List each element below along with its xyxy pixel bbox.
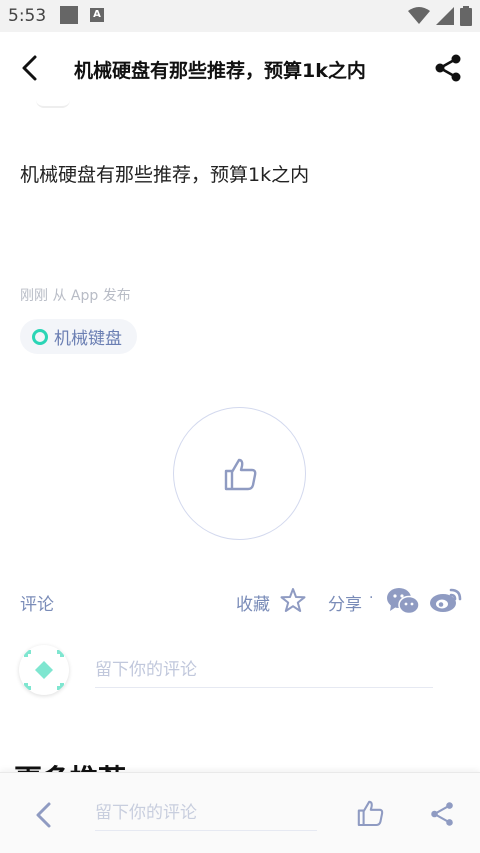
status-bar: 5:53 A [0,0,480,32]
chevron-left-icon [36,802,51,828]
star-icon[interactable] [280,587,306,613]
topic-tag[interactable]: 机械键盘 [20,319,137,354]
bottom-bar [0,772,480,853]
bottom-back-button[interactable] [28,799,60,831]
share-label: 分享 [328,595,362,615]
comments-label: 评论 [20,595,54,615]
share-button[interactable] [432,52,464,84]
signal-icon [436,7,454,25]
wifi-icon [408,7,430,24]
topic-tag-label: 机械键盘 [54,329,122,349]
thumbs-up-icon [357,800,384,827]
status-time: 5:53 [8,6,47,26]
tag-ring-icon [32,328,48,345]
favorite-button-label[interactable]: 收藏 [236,590,270,615]
chevron-left-icon [22,55,37,81]
share-icon [435,54,461,82]
weibo-icon[interactable] [429,584,463,614]
post-meta: 刚刚 从 App 发布 [20,288,131,304]
comment-input[interactable] [95,652,433,688]
notification-square-icon [60,6,78,24]
bottom-like-button[interactable] [354,797,386,829]
back-button[interactable] [12,50,48,86]
app-bar: 机械硬盘有那些推荐，预算1k之内 [0,32,480,104]
notification-a-icon: A [90,8,104,22]
page-title: 机械硬盘有那些推荐，预算1k之内 [74,60,366,82]
status-icons [408,6,472,26]
wechat-icon[interactable] [386,586,420,616]
bottom-share-button[interactable] [427,799,457,829]
action-row: 评论 收藏 分享 · [0,584,480,618]
avatar[interactable] [19,645,69,695]
share-icon [431,802,453,826]
scrolled-avatar-edge [36,100,70,108]
avatar-pattern-icon [24,650,64,690]
battery-icon [460,6,472,26]
thumbs-up-icon [224,458,256,490]
bottom-comment-input[interactable] [95,795,317,831]
comment-box [0,642,480,698]
post-body: 机械硬盘有那些推荐，预算1k之内 [20,164,310,186]
separator-dot: · [369,590,374,606]
like-button[interactable] [173,407,306,540]
